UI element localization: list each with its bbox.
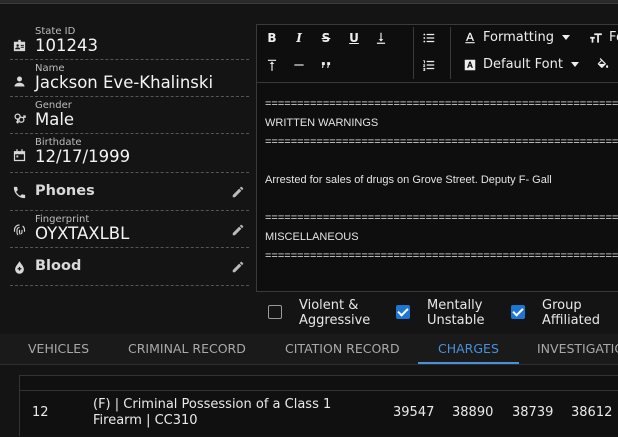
- edit-fingerprint-pencil-icon[interactable]: [231, 222, 246, 237]
- gender-field: Gender Male: [10, 100, 249, 134]
- charge-count: 12: [32, 405, 49, 420]
- bullet-list-icon[interactable]: [421, 30, 437, 46]
- chevron-down-icon: [562, 35, 571, 40]
- fingerprint-field: Fingerprint OYXTAXLBL: [10, 214, 249, 248]
- strikethrough-button[interactable]: S: [318, 30, 334, 46]
- doc-rule-line: ========================================…: [265, 136, 618, 148]
- numbered-list-icon[interactable]: [421, 57, 437, 73]
- blood-title: Blood: [35, 258, 82, 274]
- doc-blank-line: [265, 190, 618, 209]
- flag-group-affiliated[interactable]: Group Affiliated: [511, 298, 611, 330]
- text-format-icon: [462, 30, 477, 45]
- charge-value: 38890: [452, 405, 494, 420]
- doc-rule-line: ========================================…: [265, 212, 618, 224]
- birthdate-field: Birthdate 12/17/1999: [10, 137, 249, 173]
- phones-field[interactable]: Phones: [10, 176, 249, 211]
- horizontal-rule-icon[interactable]: [291, 57, 307, 73]
- top-divider: [0, 0, 618, 4]
- font-size-label: Fo: [609, 30, 618, 45]
- fingerprint-icon: [10, 221, 28, 239]
- flag-label: Mentally Unstable: [427, 298, 485, 328]
- font-family-icon: [462, 57, 477, 72]
- charges-table: 12 (F) | Criminal Possession of a Class …: [19, 375, 618, 436]
- gender-value[interactable]: Male: [35, 110, 74, 129]
- bold-button[interactable]: B: [264, 30, 280, 46]
- state-id-field: State ID 101243: [10, 26, 249, 60]
- charge-description: (F) | Criminal Possession of a Class 1 F…: [93, 397, 332, 428]
- blood-field[interactable]: Blood: [10, 251, 249, 286]
- doc-rule-line: ========================================…: [265, 98, 618, 110]
- tab-investigations[interactable]: INVESTIGATIO: [537, 334, 618, 364]
- blockquote-icon[interactable]: [318, 57, 334, 73]
- checkbox[interactable]: [268, 305, 282, 319]
- doc-heading-written-warnings: WRITTEN WARNINGS: [265, 117, 379, 129]
- font-size-icon: [588, 30, 603, 45]
- editor-toolbar: B I S U Formatting F Default Font: [257, 25, 618, 83]
- underline-button[interactable]: U: [346, 30, 362, 46]
- flag-mentally-unstable[interactable]: Mentally Unstable: [396, 298, 496, 330]
- doc-rule-line: ========================================…: [265, 250, 618, 262]
- chevron-down-icon: [570, 62, 579, 67]
- flag-violent-aggressive[interactable]: Violent & Aggressive: [268, 298, 378, 330]
- tab-vehicles[interactable]: VEHICLES: [28, 334, 89, 364]
- tab-citation-record[interactable]: CITATION RECORD: [285, 334, 400, 364]
- flag-label: Violent & Aggressive: [299, 298, 371, 328]
- charge-value: 39547: [393, 405, 435, 420]
- notes-editor: B I S U Formatting F Default Font ======…: [256, 24, 618, 292]
- italic-button[interactable]: I: [291, 30, 307, 46]
- subscript-icon[interactable]: [373, 30, 389, 46]
- font-size-dropdown[interactable]: Fo: [588, 30, 618, 45]
- name-field: Name Jackson Eve-Khalinski: [10, 63, 249, 97]
- doc-note-line: Arrested for sales of drugs on Grove Str…: [265, 174, 552, 186]
- formatting-label: Formatting: [483, 30, 555, 45]
- calendar-icon: [10, 146, 28, 164]
- phone-icon: [10, 183, 28, 201]
- blood-drop-icon: [10, 258, 28, 276]
- charge-value: 38739: [512, 405, 554, 420]
- superscript-icon[interactable]: [264, 57, 280, 73]
- id-badge-icon: [10, 36, 28, 54]
- flag-label: Group Affiliated: [542, 298, 600, 328]
- charge-value: 38612: [571, 405, 613, 420]
- font-family-label: Default Font: [483, 57, 563, 72]
- table-header: [20, 376, 618, 391]
- toolbar-divider: [413, 27, 414, 79]
- fingerprint-value[interactable]: OYXTAXLBL: [35, 224, 129, 243]
- toolbar-divider: [450, 27, 451, 79]
- doc-heading-miscellaneous: MISCELLANEOUS: [265, 231, 359, 243]
- table-row[interactable]: 12 (F) | Criminal Possession of a Class …: [20, 391, 618, 437]
- tab-criminal-record[interactable]: CRIMINAL RECORD: [128, 334, 246, 364]
- formatting-dropdown[interactable]: Formatting: [462, 30, 571, 45]
- name-value[interactable]: Jackson Eve-Khalinski: [35, 73, 213, 92]
- tab-charges[interactable]: CHARGES: [418, 334, 519, 364]
- person-icon: [10, 72, 28, 90]
- doc-blank-line: [265, 152, 618, 171]
- checkbox-checked[interactable]: [396, 305, 410, 319]
- checkbox-checked[interactable]: [511, 305, 525, 319]
- edit-phones-pencil-icon[interactable]: [231, 184, 246, 199]
- editor-content[interactable]: ========================================…: [265, 95, 618, 266]
- birthdate-value[interactable]: 12/17/1999: [35, 147, 130, 166]
- edit-blood-pencil-icon[interactable]: [231, 259, 246, 274]
- phones-title: Phones: [35, 183, 95, 199]
- font-family-dropdown[interactable]: Default Font: [462, 57, 579, 72]
- gender-icon: [10, 109, 28, 127]
- state-id-value[interactable]: 101243: [35, 36, 98, 55]
- paint-bucket-icon[interactable]: [595, 57, 611, 73]
- record-tabs: VEHICLES CRIMINAL RECORD CITATION RECORD…: [0, 334, 618, 365]
